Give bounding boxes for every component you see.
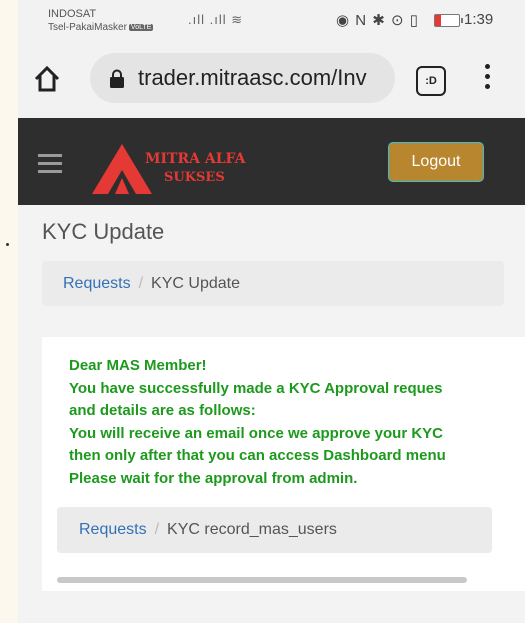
- message-line: then only after that you can access Dash…: [69, 447, 446, 464]
- card-breadcrumb-link-requests[interactable]: Requests: [79, 521, 147, 538]
- page-title: KYC Update: [42, 219, 165, 244]
- breadcrumb: Requests / KYC Update: [42, 261, 504, 306]
- system-icons: ◉ N ✱ ⊙ ▯: [336, 12, 419, 29]
- breadcrumb-current: KYC Update: [151, 275, 240, 292]
- main-content: KYC Update Requests / KYC Update Dear MAS …: [18, 205, 525, 623]
- status-time: 1:39: [464, 11, 494, 28]
- lock-icon: [110, 69, 124, 88]
- browser-menu-icon[interactable]: [482, 64, 492, 94]
- stray-dot: [6, 243, 9, 246]
- battery-icon: [434, 14, 463, 27]
- status-bar: INDOSAT Tsel-PakaiMasker VoLTE .ıll .ıll …: [18, 0, 525, 40]
- url-text: trader.mitraasc.com/Inv: [138, 65, 367, 90]
- breadcrumb-link-requests[interactable]: Requests: [63, 275, 131, 292]
- message-line: You will receive an email once we approv…: [69, 424, 444, 442]
- mitra-alfa-logo-icon: [92, 144, 152, 194]
- card-breadcrumb-current: KYC record_mas_users: [167, 521, 337, 538]
- kyc-message: Dear MAS Member! You have successfully m…: [69, 355, 525, 490]
- browser-toolbar: trader.mitraasc.com/Inv :D: [18, 40, 525, 118]
- signal-icons: .ıll .ıll ≋: [188, 12, 244, 27]
- message-line: You have successfully made a KYC Approva…: [69, 379, 443, 397]
- horizontal-scrollbar[interactable]: [57, 577, 467, 583]
- phone-screen: INDOSAT Tsel-PakaiMasker VoLTE .ıll .ıll …: [18, 0, 525, 623]
- message-line: Dear MAS Member!: [69, 357, 207, 374]
- logout-button[interactable]: Logout: [388, 142, 484, 182]
- message-line: and details are as follows:: [69, 402, 256, 419]
- carrier-primary: INDOSAT: [48, 8, 97, 20]
- brand-name-line1: MITRA ALFA: [145, 151, 246, 167]
- hamburger-menu-icon[interactable]: [38, 154, 62, 178]
- volte-badge: VoLTE: [128, 23, 154, 31]
- carrier-secondary: Tsel-PakaiMasker VoLTE: [48, 22, 154, 33]
- tab-switcher-button[interactable]: :D: [416, 66, 446, 96]
- brand-name-line2: SUKSES: [164, 170, 225, 185]
- carrier-secondary-label: Tsel-PakaiMasker: [48, 22, 127, 33]
- address-bar[interactable]: trader.mitraasc.com/Inv: [90, 53, 395, 103]
- card-breadcrumb: Requests / KYC record_mas_users: [57, 507, 492, 553]
- card-breadcrumb-separator: /: [154, 521, 160, 538]
- home-icon[interactable]: [32, 64, 62, 94]
- breadcrumb-separator: /: [138, 275, 144, 292]
- site-navbar: MITRA ALFA SUKSES Logout: [18, 118, 525, 205]
- kyc-message-card: Dear MAS Member! You have successfully m…: [42, 337, 525, 591]
- message-line: Please wait for the approval from admin.: [69, 469, 358, 487]
